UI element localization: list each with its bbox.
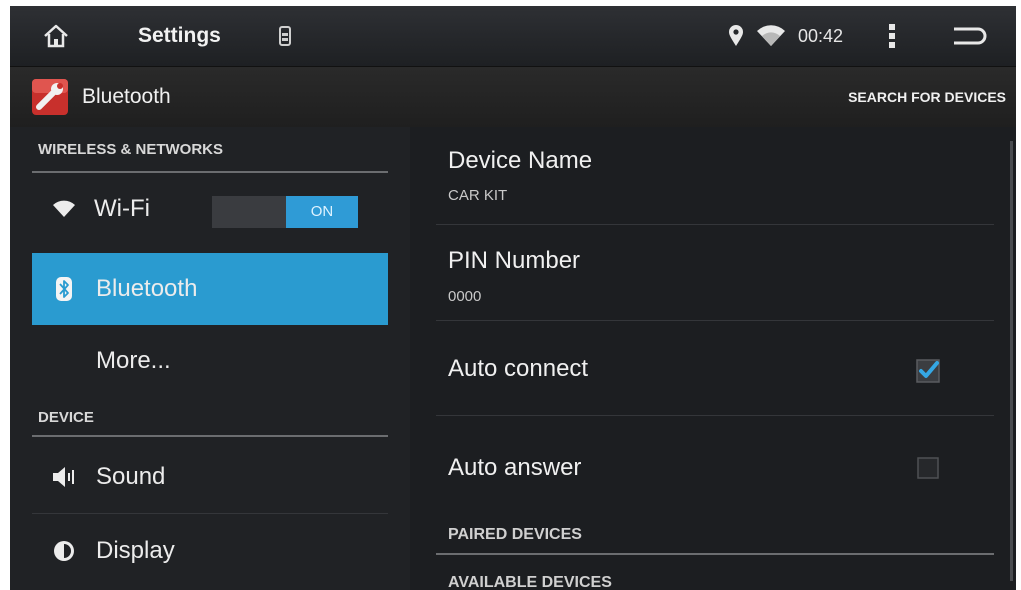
row-divider [32,513,388,514]
sidebar-item-label: Sound [96,463,166,490]
pref-pin-number[interactable]: PIN Number 0000 [410,225,1000,321]
auto-connect-checkbox[interactable] [916,359,940,383]
brightness-icon [50,537,78,565]
sidebar-item-bluetooth[interactable]: Bluetooth [32,253,388,325]
wifi-toggle[interactable]: ON [212,196,358,228]
section-available-devices: AVAILABLE DEVICES [448,574,612,590]
wifi-signal-icon [756,6,786,66]
pref-auto-answer[interactable]: Auto answer [410,416,1000,508]
pref-title: Auto connect [448,355,589,382]
category-divider [32,435,388,437]
location-pin-icon [728,6,744,66]
sidebar-item-more[interactable]: More... [32,331,388,391]
category-device: DEVICE [38,409,94,426]
pref-title: Auto answer [448,454,582,481]
sidebar-item-label: More... [96,347,171,374]
sidebar-item-wifi[interactable]: Wi-Fi ON [32,179,388,239]
status-bar: Settings 00:42 [10,6,1016,67]
auto-answer-checkbox[interactable] [916,456,940,480]
pref-summary: 0000 [448,288,482,305]
scrollbar[interactable] [1010,141,1013,581]
status-clock: 00:42 [798,25,844,46]
search-for-devices-button[interactable]: SEARCH FOR DEVICES [848,67,1006,127]
sidebar-item-label: Bluetooth [96,275,198,302]
pref-title: PIN Number [448,247,581,274]
pref-title: Device Name [448,147,593,174]
speaker-icon [50,463,78,491]
category-wireless-networks: WIRELESS & NETWORKS [38,141,224,158]
toggle-state: ON [286,196,358,228]
category-divider [32,171,388,173]
pref-auto-connect[interactable]: Auto connect [410,321,1000,415]
settings-wrench-icon [32,79,68,115]
pref-summary: CAR KIT [448,187,508,204]
bluetooth-icon [50,275,78,303]
section-paired-devices: PAIRED DEVICES [448,526,582,543]
pref-device-name[interactable]: Device Name CAR KIT [410,127,1000,221]
sidebar-item-label: Display [96,537,175,564]
action-bar: Bluetooth SEARCH FOR DEVICES [10,67,1016,127]
sidebar-item-sound[interactable]: Sound [32,447,388,507]
action-bar-title: Bluetooth [82,85,171,108]
wifi-icon [50,195,78,223]
section-divider [436,553,994,555]
bluetooth-detail-pane: Device Name CAR KIT PIN Number 0000 Auto… [410,127,1016,590]
sidebar-item-label: Wi-Fi [94,195,150,222]
settings-sidebar: WIRELESS & NETWORKS Wi-Fi ON Bluetooth M… [10,127,410,590]
overflow-menu-icon[interactable] [888,6,896,66]
sidebar-item-display[interactable]: Display [32,521,388,581]
phone-battery-icon [278,6,292,66]
screen-title: Settings [138,24,221,47]
home-icon[interactable] [42,6,70,66]
back-icon[interactable] [950,6,988,66]
android-screen: Settings 00:42 Bluetooth SEARCH FOR DEVI… [10,6,1016,590]
